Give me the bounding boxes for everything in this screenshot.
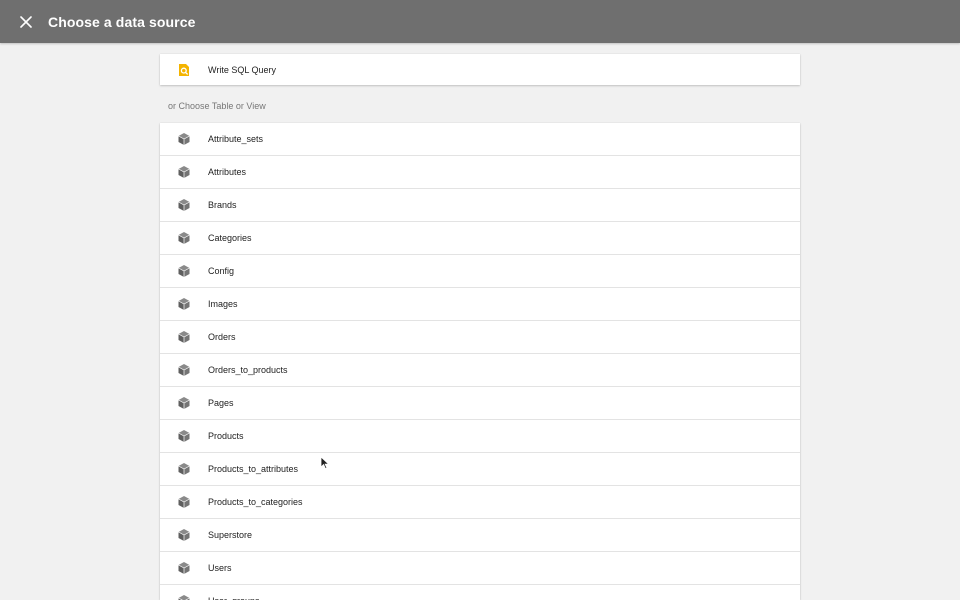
table-label: Superstore — [208, 530, 252, 540]
table-list-item[interactable]: Superstore — [160, 519, 800, 552]
table-icon — [176, 296, 192, 312]
table-list-item[interactable]: Orders — [160, 321, 800, 354]
table-icon — [176, 494, 192, 510]
table-icon — [176, 560, 192, 576]
close-button[interactable] — [16, 12, 36, 32]
table-label: Orders_to_products — [208, 365, 288, 375]
table-icon — [176, 362, 192, 378]
table-list-item[interactable]: Users — [160, 552, 800, 585]
table-label: Users — [208, 563, 232, 573]
table-icon — [176, 461, 192, 477]
table-label: Images — [208, 299, 238, 309]
top-app-bar: Choose a data source — [0, 0, 960, 43]
section-label: or Choose Table or View — [168, 101, 266, 111]
table-icon — [176, 527, 192, 543]
mouse-cursor-icon — [320, 456, 330, 470]
write-sql-query-label: Write SQL Query — [208, 65, 276, 75]
table-icon — [176, 428, 192, 444]
table-list-item[interactable]: Brands — [160, 189, 800, 222]
table-list-item[interactable]: Pages — [160, 387, 800, 420]
table-label: Products_to_attributes — [208, 464, 298, 474]
table-icon — [176, 263, 192, 279]
table-icon — [176, 395, 192, 411]
sql-query-icon — [176, 62, 192, 78]
table-list-item[interactable]: User_groups — [160, 585, 800, 600]
table-label: Orders — [208, 332, 236, 342]
table-label: Pages — [208, 398, 234, 408]
table-list-item[interactable]: Attributes — [160, 156, 800, 189]
close-icon — [20, 16, 32, 28]
table-label: Products_to_categories — [208, 497, 303, 507]
table-list-item[interactable]: Images — [160, 288, 800, 321]
table-label: Attribute_sets — [208, 134, 263, 144]
table-icon — [176, 131, 192, 147]
table-list-item[interactable]: Products_to_categories — [160, 486, 800, 519]
table-label: User_groups — [208, 596, 260, 600]
table-list-item[interactable]: Config — [160, 255, 800, 288]
table-icon — [176, 197, 192, 213]
table-label: Products — [208, 431, 244, 441]
table-icon — [176, 593, 192, 600]
table-icon — [176, 164, 192, 180]
table-label: Brands — [208, 200, 237, 210]
table-label: Attributes — [208, 167, 246, 177]
page-title: Choose a data source — [48, 14, 196, 30]
table-list-item[interactable]: Categories — [160, 222, 800, 255]
table-list-item[interactable]: Attribute_sets — [160, 123, 800, 156]
table-list-item[interactable]: Products_to_attributes — [160, 453, 800, 486]
table-label: Categories — [208, 233, 252, 243]
table-list-item[interactable]: Orders_to_products — [160, 354, 800, 387]
write-sql-query-button[interactable]: Write SQL Query — [160, 54, 800, 85]
table-icon — [176, 230, 192, 246]
table-label: Config — [208, 266, 234, 276]
table-icon — [176, 329, 192, 345]
table-list-item[interactable]: Products — [160, 420, 800, 453]
table-list: Attribute_sets Attributes Brands Categories… — [160, 123, 800, 600]
